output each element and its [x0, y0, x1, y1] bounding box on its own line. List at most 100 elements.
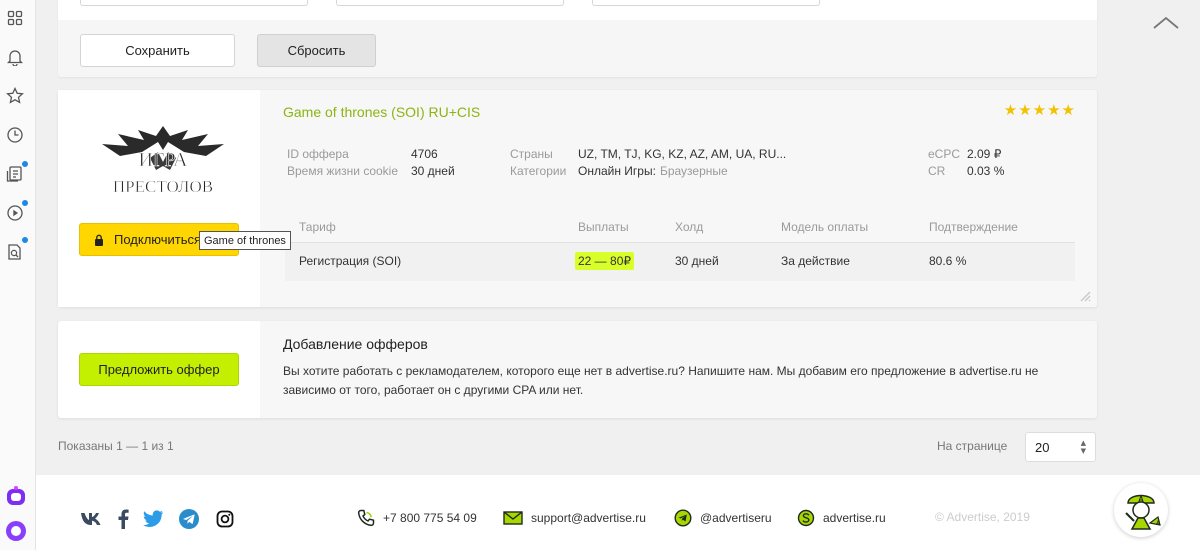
telegram-handle: @advertiseru — [700, 511, 772, 525]
stepper-arrows-icon[interactable]: ▲ ▼ — [1081, 439, 1086, 455]
telegram-icon[interactable] — [178, 508, 200, 530]
resize-handle-icon[interactable] — [1079, 289, 1091, 302]
svg-text:A: A — [1156, 521, 1161, 527]
id-label: ID оффера — [287, 147, 349, 161]
save-button[interactable]: Сохранить — [80, 34, 235, 67]
alice-icon[interactable] — [4, 519, 28, 543]
propose-offer-button[interactable]: Предложить оффер — [79, 353, 239, 386]
ecpc-label: eCPC — [928, 147, 961, 161]
per-page-label: На странице — [937, 439, 1008, 453]
star-icon: ★ — [1018, 101, 1032, 119]
facebook-icon[interactable] — [112, 508, 134, 530]
countries-label: Страны — [510, 147, 553, 161]
filter-panel: Сохранить Сбросить — [58, 0, 1097, 77]
skype-handle: advertise.ru — [823, 511, 886, 525]
column-header: Подтверждение — [929, 220, 1018, 234]
results-count: Показаны 1 — 1 из 1 — [58, 439, 174, 453]
add-offer-info: Добавление офферов Вы хотите работать с … — [260, 321, 1097, 418]
instagram-icon[interactable] — [214, 508, 236, 530]
footer: +7 800 775 54 09 support@advertise.ru @a… — [36, 475, 1200, 550]
logo-text-bottom: ПРЕСТОЛОВ — [113, 177, 213, 196]
column-header: Модель оплаты — [781, 220, 869, 234]
logo-text-top: ИГРА — [138, 149, 188, 171]
bell-icon[interactable] — [5, 47, 25, 67]
skype-icon — [797, 509, 815, 527]
star-icon: ★ — [1003, 101, 1018, 119]
per-page-select[interactable]: 20 ▲ ▼ — [1025, 432, 1096, 462]
twitter-icon[interactable] — [142, 508, 164, 530]
star-icon: ★ — [1032, 101, 1047, 119]
phone-number: +7 800 775 54 09 — [383, 511, 477, 525]
star-icon: ★ — [1061, 101, 1075, 119]
offer-geo-values: UZ, TM, TJ, KG, KZ, AZ, AM, UA, RU... Он… — [578, 146, 786, 180]
offer-title[interactable]: Game of thrones (SOI) RU+CIS — [283, 104, 480, 120]
offer-meta-labels: ID оффера Время жизни cookie — [287, 146, 398, 180]
payout-cell: 22 — 80₽ — [575, 252, 634, 270]
offer-card-left: ИГРА ПРЕСТОЛОВ Подключиться — [58, 90, 260, 307]
star-icon: ★ — [1047, 101, 1061, 119]
offer-card: ИГРА ПРЕСТОЛОВ Подключиться Game of thro… — [58, 90, 1097, 307]
add-offer-text: Вы хотите работать с рекламодателем, кот… — [283, 364, 1039, 397]
column-header: Тариф — [299, 220, 336, 234]
news-icon[interactable] — [5, 164, 25, 184]
offer-rating: ★ ★ ★ ★ ★ — [1004, 102, 1075, 118]
chevron-up-icon[interactable] — [1152, 14, 1180, 32]
offer-geo-labels: Страны Категории — [510, 146, 566, 180]
footer-phone[interactable]: +7 800 775 54 09 — [357, 509, 477, 527]
cookie-label: Время жизни cookie — [287, 164, 399, 178]
categories-label: Категории — [510, 164, 567, 178]
reset-button[interactable]: Сбросить — [257, 34, 376, 67]
news-notification-dot — [22, 161, 28, 167]
cr-value: 0.03 % — [967, 164, 1005, 178]
filter-input[interactable] — [592, 0, 820, 6]
category-sub: Браузерные — [659, 164, 728, 178]
footer-email[interactable]: support@advertise.ru — [503, 509, 646, 527]
add-offer-card: Предложить оффер Добавление офферов Вы х… — [58, 321, 1097, 418]
star-icon[interactable] — [5, 86, 25, 106]
footer-telegram[interactable]: @advertiseru — [674, 509, 772, 527]
clock-icon[interactable] — [5, 125, 25, 145]
cr-label: CR — [928, 164, 946, 178]
offer-card-details: Game of thrones (SOI) RU+CIS ★ ★ ★ ★ ★ I… — [260, 90, 1097, 307]
per-page-value: 20 — [1035, 439, 1050, 455]
offer-stats-values: 2.09 ₽ 0.03 % — [967, 146, 1004, 180]
mascot-avatar[interactable]: A A — [1114, 483, 1168, 537]
assistant-icon[interactable] — [4, 484, 28, 508]
copyright: © Advertise, 2019 — [935, 510, 1030, 524]
cookie-value: 30 дней — [411, 164, 455, 178]
id-value: 4706 — [411, 147, 438, 161]
left-rail — [0, 0, 36, 550]
play-notification-dot — [22, 200, 28, 206]
column-header: Холд — [675, 220, 704, 234]
category-main: Онлайн Игры: — [578, 164, 656, 178]
offer-logo: ИГРА ПРЕСТОЛОВ — [98, 122, 228, 202]
telegram-outline-icon — [674, 509, 692, 527]
tooltip: Game of thrones — [199, 231, 291, 250]
filter-input[interactable] — [336, 0, 564, 6]
filter-fields-row — [58, 0, 1097, 20]
vk-icon[interactable] — [80, 508, 102, 530]
connect-button-label: Подключиться — [114, 232, 202, 247]
phone-icon — [357, 509, 375, 527]
search-doc-icon[interactable] — [5, 242, 25, 262]
email-address: support@advertise.ru — [531, 511, 646, 525]
offer-meta-values: 4706 30 дней — [411, 146, 455, 180]
grid-icon[interactable] — [5, 8, 25, 28]
table-row: Регистрация (SOI) 22 — 80₽ 30 дней За де… — [285, 243, 1075, 281]
search-notification-dot — [22, 237, 28, 243]
confirmation-cell: 80.6 % — [929, 254, 967, 268]
mail-icon — [503, 509, 523, 527]
play-icon[interactable] — [5, 203, 25, 223]
countries-value: UZ, TM, TJ, KG, KZ, AZ, AM, UA, RU... — [578, 147, 787, 161]
add-offer-title: Добавление офферов — [283, 336, 428, 352]
footer-skype[interactable]: advertise.ru — [797, 509, 886, 527]
lock-icon — [94, 234, 104, 246]
tariff-cell: Регистрация (SOI) — [299, 254, 402, 268]
ecpc-value: 2.09 ₽ — [967, 147, 1002, 161]
tariff-table-header: Тариф Выплаты Холд Модель оплаты Подтвер… — [285, 218, 1075, 243]
hold-cell: 30 дней — [675, 254, 719, 268]
payment-model-cell: За действие — [781, 254, 850, 268]
column-header: Выплаты — [578, 220, 629, 234]
offer-stats-labels: eCPC CR — [928, 146, 960, 180]
filter-input[interactable] — [80, 0, 308, 6]
